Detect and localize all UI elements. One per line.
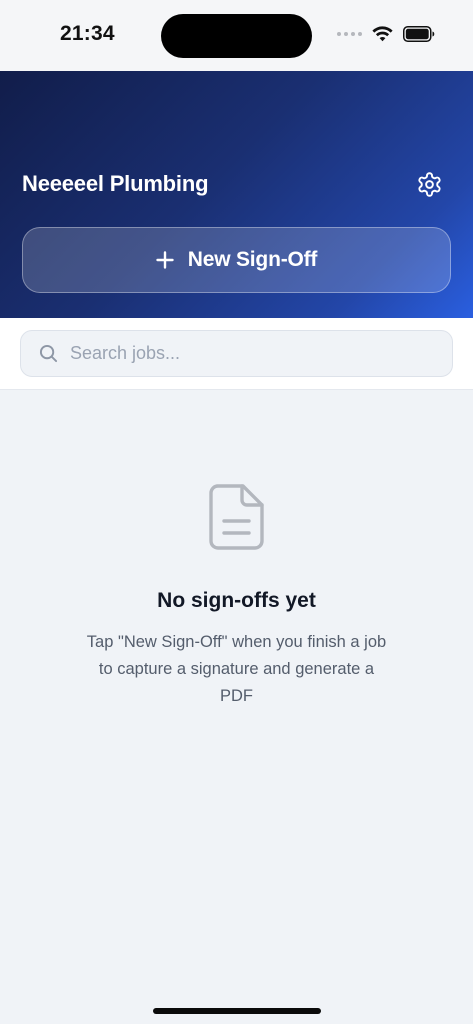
search-input[interactable]: [70, 343, 430, 364]
settings-button[interactable]: [415, 170, 443, 198]
new-signoff-button[interactable]: New Sign-Off: [22, 227, 451, 293]
empty-state-title: No sign-offs yet: [157, 589, 316, 612]
home-indicator[interactable]: [153, 1008, 321, 1014]
app-header: Neeeeel Plumbing New Sign-Off: [0, 71, 473, 318]
brand-name: Neeeeel Plumbing: [22, 171, 209, 196]
cellular-signal-icon: [337, 32, 362, 36]
search-box[interactable]: [20, 330, 453, 377]
battery-icon: [403, 26, 435, 42]
search-bar: [0, 318, 473, 390]
new-signoff-label: New Sign-Off: [187, 248, 318, 271]
empty-state: No sign-offs yet Tap "New Sign-Off" when…: [0, 484, 473, 710]
status-icons: [337, 26, 435, 42]
status-time: 21:34: [60, 22, 115, 45]
gear-icon: [417, 171, 441, 197]
wifi-icon: [372, 26, 393, 42]
plus-icon: [156, 251, 174, 269]
status-bar: 21:34: [0, 0, 473, 71]
app-screen: 21:34 Neeeeel Plumbing New Sign-Off Sear…: [0, 0, 473, 1024]
document-icon: [208, 484, 265, 555]
search-icon: [39, 344, 58, 363]
empty-state-description: Tap "New Sign-Off" when you finish a job…: [86, 633, 387, 705]
dynamic-island: [161, 14, 312, 58]
